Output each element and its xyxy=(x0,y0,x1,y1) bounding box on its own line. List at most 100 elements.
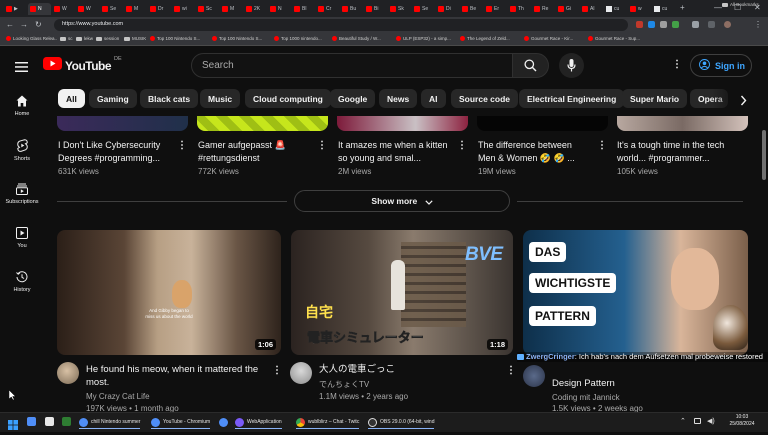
chip-electrical-engineering[interactable]: Electrical Engineering xyxy=(519,89,625,108)
video-more-options-icon[interactable]: ⋮ xyxy=(506,366,516,376)
short-more-options-icon[interactable]: ⋮ xyxy=(597,141,607,151)
chip-music[interactable]: Music xyxy=(200,89,241,108)
bookmark-item[interactable]: Top 100 Nintendo S... xyxy=(212,36,262,41)
browser-tab[interactable]: Be xyxy=(460,3,483,15)
bookmark-item[interactable]: sc xyxy=(60,36,73,41)
video-thumbnail[interactable]: DAS WICHTIGSTE PATTERN xyxy=(523,230,748,355)
sidebar-item-you[interactable]: You xyxy=(0,227,44,249)
channel-name[interactable]: Coding mit Jannick xyxy=(552,393,620,402)
address-bar[interactable]: https://www.youtube.com xyxy=(54,19,628,31)
browser-tab[interactable]: Di xyxy=(436,3,459,15)
browser-tab[interactable]: Al xyxy=(580,3,603,15)
bookmark-item[interactable]: ULP (ESP32) - a simp... xyxy=(396,36,451,41)
short-more-options-icon[interactable]: ⋮ xyxy=(457,141,467,151)
short-more-options-icon[interactable]: ⋮ xyxy=(177,141,187,151)
channel-avatar[interactable] xyxy=(290,362,312,384)
browser-tab[interactable]: Cr xyxy=(316,3,339,15)
bookmark-item[interactable]: Beautiful Study / W... xyxy=(332,36,381,41)
browser-tab[interactable]: Bu xyxy=(340,3,363,15)
settings-menu-icon[interactable]: ⋮ xyxy=(672,60,682,70)
chip-super-mario[interactable]: Super Mario xyxy=(622,89,688,108)
sidebar-item-history[interactable]: History xyxy=(0,271,44,293)
show-more-button[interactable]: Show more xyxy=(294,190,510,212)
chip-black-cats[interactable]: Black cats xyxy=(140,89,199,108)
browser-tab[interactable]: Dr xyxy=(148,3,171,15)
extension-icon[interactable] xyxy=(648,21,655,28)
taskbar-item[interactable]: WebApplication xyxy=(235,416,282,429)
chip-news[interactable]: News xyxy=(379,89,418,108)
browser-tab[interactable]: M xyxy=(124,3,147,15)
taskbar-item[interactable]: YouTube - Chromium xyxy=(151,416,211,429)
video-title[interactable]: He found his meow, when it mattered the … xyxy=(86,363,266,389)
extension-icon[interactable] xyxy=(672,21,679,28)
browser-tab[interactable]: Sk xyxy=(388,3,411,15)
short-thumbnail[interactable] xyxy=(57,116,188,131)
reload-icon[interactable]: ↻ xyxy=(35,20,42,30)
new-tab-button[interactable]: + xyxy=(680,3,685,13)
video-more-options-icon[interactable]: ⋮ xyxy=(272,366,282,376)
extension-icon[interactable] xyxy=(660,21,667,28)
bookmark-item[interactable]: Top 100 Nintendo S... xyxy=(150,36,200,41)
browser-tab[interactable]: Th xyxy=(508,3,531,15)
all-bookmarks[interactable]: All Bookmarks xyxy=(722,2,759,7)
browser-tab[interactable]: Bi xyxy=(364,3,387,15)
channel-avatar[interactable] xyxy=(523,365,545,387)
volume-icon[interactable]: ◀) xyxy=(707,417,715,425)
video-title[interactable]: Design Pattern xyxy=(552,377,732,390)
bookmark-item[interactable]: MUSIK xyxy=(124,36,146,41)
short-title[interactable]: The difference between Men & Women 🤣 🤣 .… xyxy=(478,139,586,165)
bookmark-item[interactable]: Gourmet Race - Kir... xyxy=(524,36,573,41)
tray-chevron-up-icon[interactable]: ⌃ xyxy=(680,417,686,425)
minimize-button[interactable]: — xyxy=(714,3,722,13)
forward-icon[interactable]: → xyxy=(20,20,28,30)
chips-next-chevron-icon[interactable] xyxy=(740,93,747,111)
browser-tab[interactable]: ▶ xyxy=(4,3,27,15)
taskbar-item[interactable]: wublblirz – Chat - Twitc xyxy=(296,416,360,429)
browser-tab[interactable]: Se xyxy=(412,3,435,15)
chip-gaming[interactable]: Gaming xyxy=(89,89,137,108)
short-more-options-icon[interactable]: ⋮ xyxy=(317,141,327,151)
browser-tab[interactable]: 2K xyxy=(244,3,267,15)
browser-tab[interactable]: Bl xyxy=(292,3,315,15)
voice-search-button[interactable] xyxy=(559,53,584,78)
search-input[interactable]: Search xyxy=(191,53,513,78)
back-icon[interactable]: ← xyxy=(6,20,14,30)
taskbar-item[interactable]: chill Nintendo summer xyxy=(79,416,141,429)
bookmark-item[interactable]: Gourmet Race - Sup... xyxy=(588,36,640,41)
browser-tab[interactable]: cu xyxy=(604,3,627,15)
browser-tab[interactable]: Sc xyxy=(196,3,219,15)
bookmark-item[interactable]: lekw xyxy=(76,36,93,41)
taskbar-clock[interactable]: 10:03 25/08/2024 xyxy=(722,414,762,428)
taskbar-item[interactable] xyxy=(219,416,228,429)
chip-source-code[interactable]: Source code xyxy=(451,89,519,108)
chip-ai[interactable]: AI xyxy=(421,89,446,108)
bookmark-item[interactable]: Top 1000 nintendo... xyxy=(274,36,322,41)
youtube-logo[interactable]: YouTube DE xyxy=(43,56,122,75)
video-thumbnail[interactable]: BVE 自宅 電車シミュレーター 1:18 xyxy=(291,230,513,355)
browser-tab[interactable]: Re xyxy=(532,3,555,15)
browser-tab[interactable]: Er xyxy=(484,3,507,15)
sidepanel-icon[interactable] xyxy=(708,21,715,28)
hamburger-menu-icon[interactable] xyxy=(15,59,28,77)
windows-start-icon[interactable] xyxy=(8,417,18,435)
bookmark-item[interactable]: The Legend of Zeld... xyxy=(460,36,510,41)
page-scrollbar[interactable] xyxy=(762,130,766,180)
video-thumbnail[interactable]: And Gibby began to miss us about the wor… xyxy=(57,230,281,355)
browser-tab[interactable]: M xyxy=(220,3,243,15)
browser-tab[interactable]: N xyxy=(268,3,291,15)
short-thumbnail[interactable] xyxy=(617,116,748,131)
extension-icon[interactable] xyxy=(636,21,643,28)
browser-tab[interactable]: wi xyxy=(172,3,195,15)
taskbar-pinned-icon[interactable] xyxy=(27,417,36,426)
browser-tab[interactable]: N xyxy=(28,3,51,15)
browser-tab[interactable]: cu xyxy=(652,3,675,15)
short-title[interactable]: It amazes me when a kitten so young and … xyxy=(338,139,456,165)
taskbar-pinned-icon[interactable] xyxy=(45,417,54,426)
sidebar-item-home[interactable]: Home xyxy=(0,95,44,117)
browser-tab[interactable]: Gi xyxy=(556,3,579,15)
short-title[interactable]: I Don't Like Cybersecurity Degrees #prog… xyxy=(58,139,168,165)
channel-avatar[interactable] xyxy=(57,362,79,384)
short-thumbnail[interactable] xyxy=(477,116,608,131)
sidebar-item-subscriptions[interactable]: Subscriptions xyxy=(0,183,44,205)
browser-tab[interactable]: W xyxy=(52,3,75,15)
